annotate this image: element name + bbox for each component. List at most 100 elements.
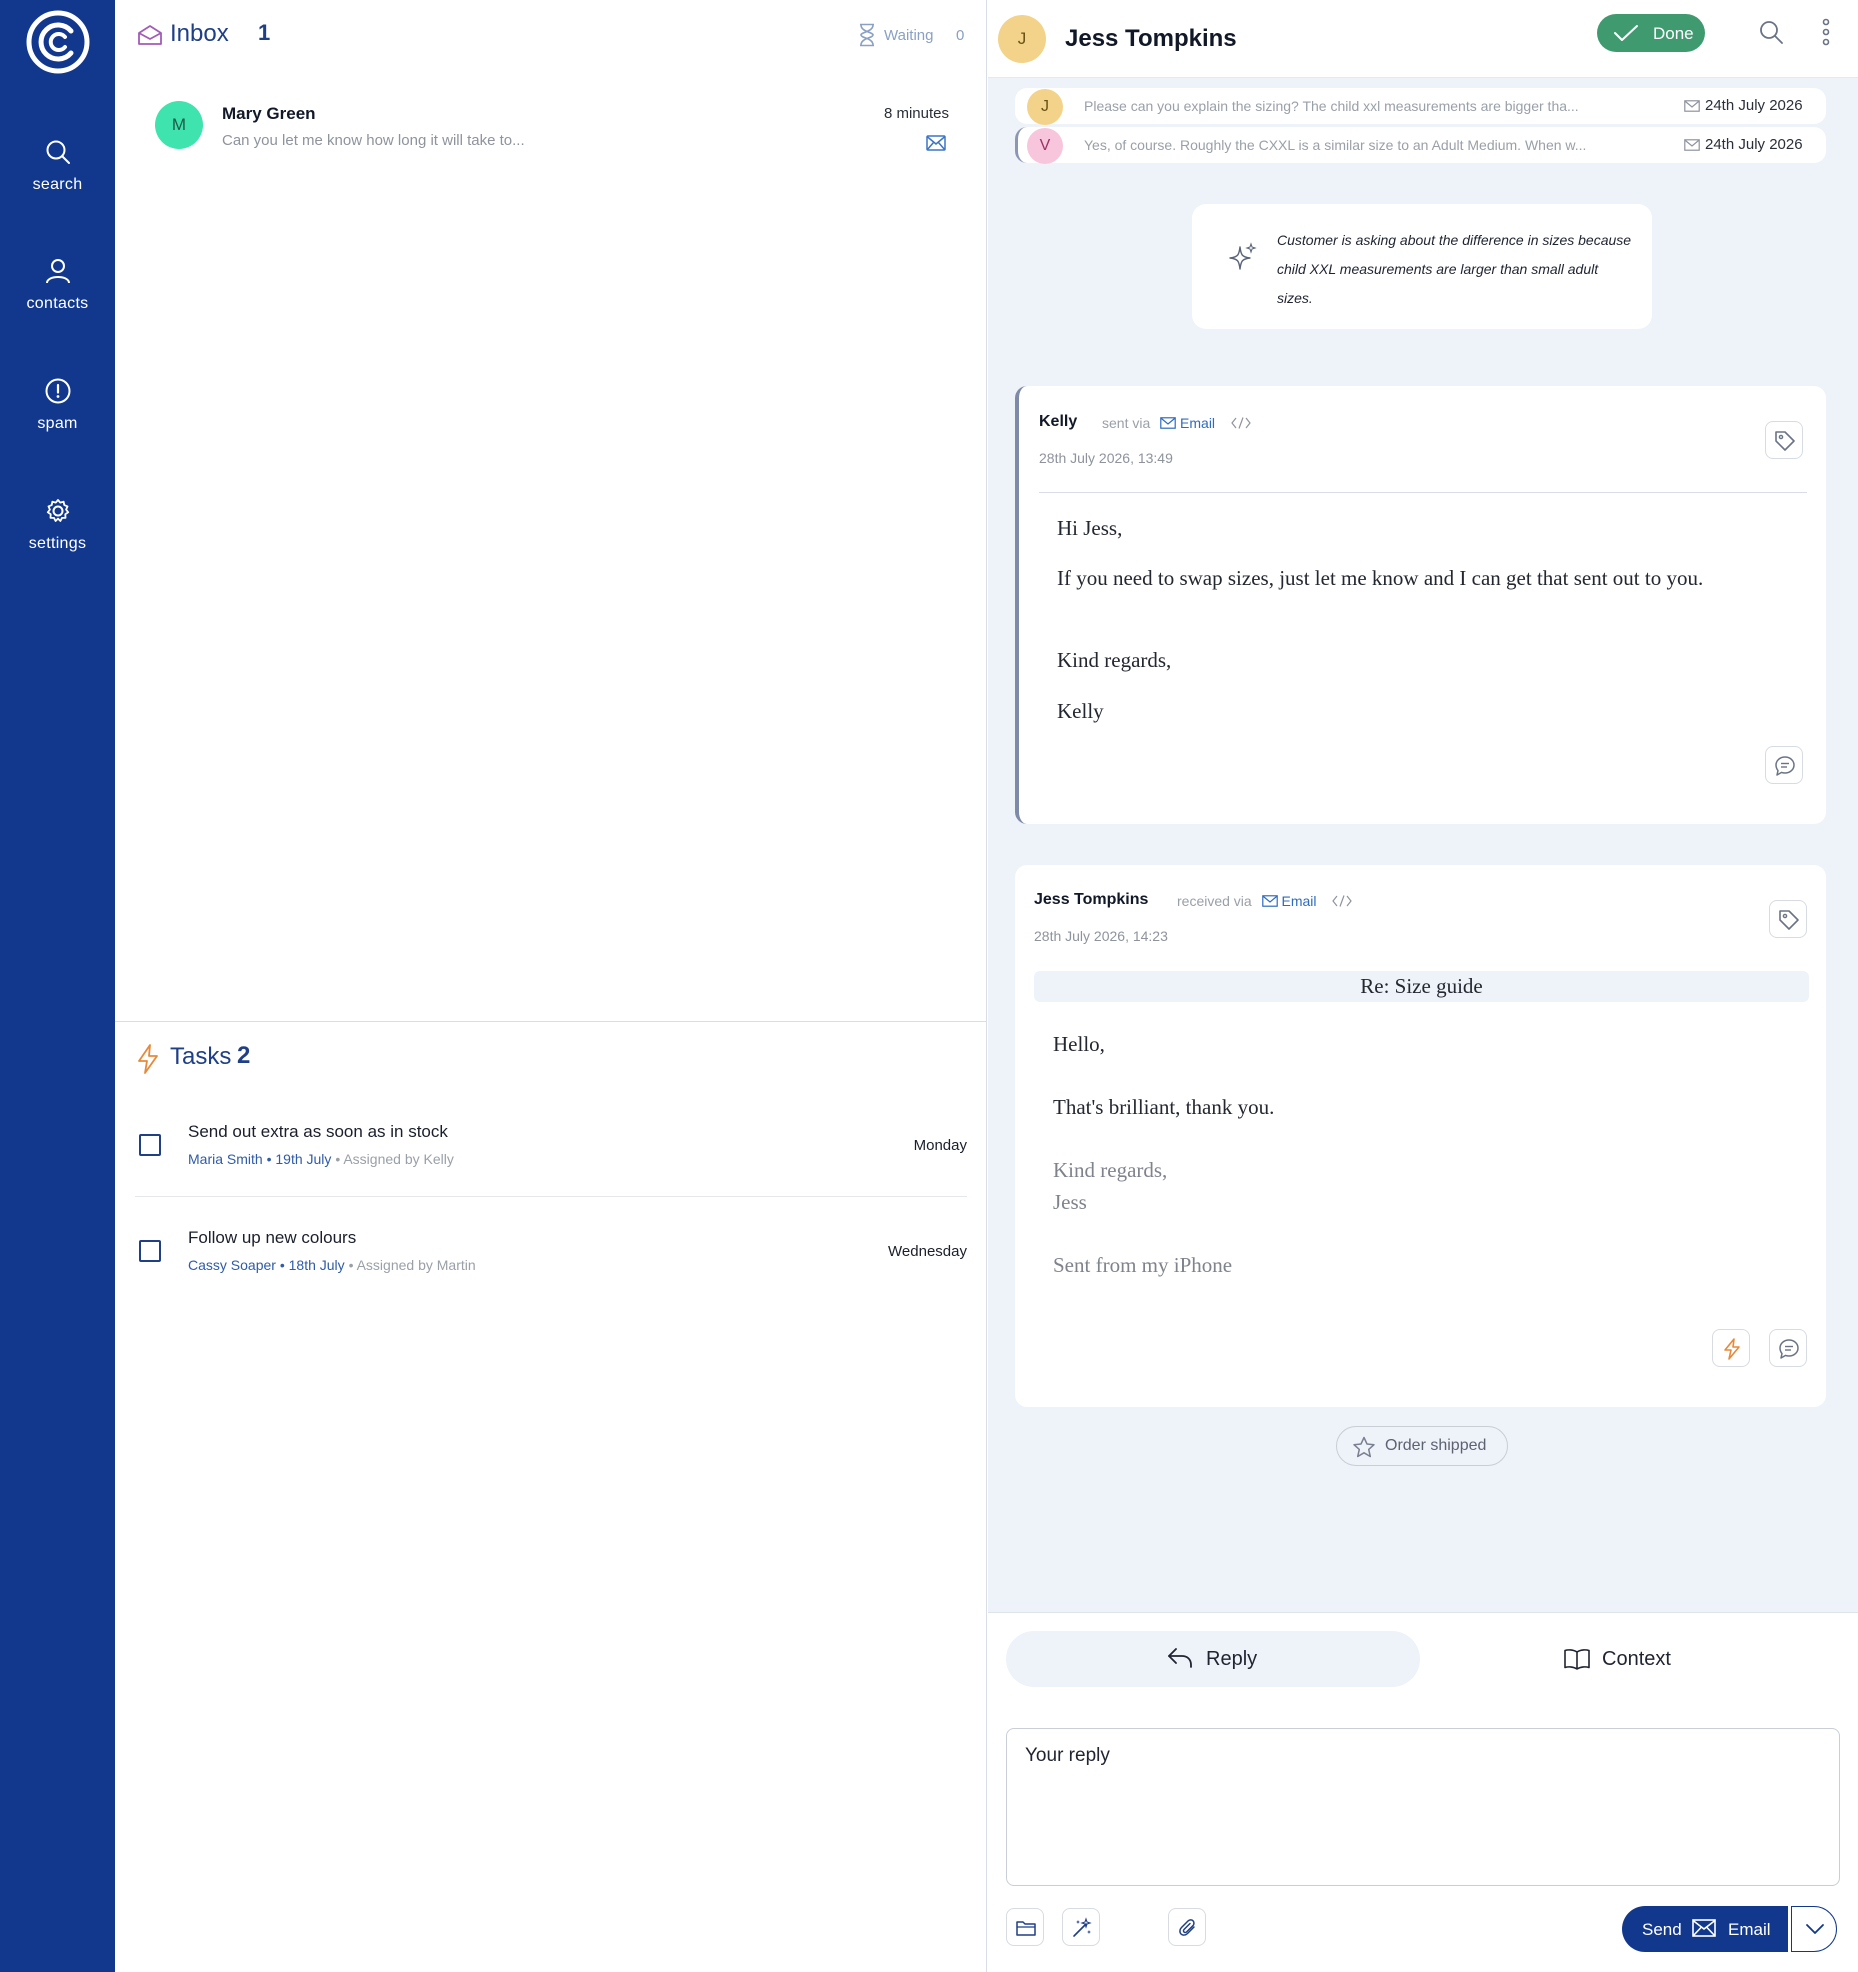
check-icon [1614, 25, 1638, 41]
folder-icon [1016, 1921, 1036, 1936]
hourglass-icon[interactable] [858, 23, 876, 47]
task-contact[interactable]: Maria Smith [188, 1151, 263, 1167]
thread-snippet: Please can you explain the sizing? The c… [1084, 98, 1579, 114]
message-subject: Re: Size guide [1034, 971, 1809, 1002]
message-via-label: received via [1177, 893, 1252, 909]
magic-wand-button[interactable] [1062, 1908, 1100, 1946]
tab-reply[interactable]: Reply [1006, 1631, 1420, 1687]
tag-button[interactable] [1765, 421, 1803, 459]
conversation-list-item[interactable]: M Mary Green Can you let me know how lon… [115, 86, 987, 166]
tab-reply-label: Reply [1206, 1648, 1258, 1670]
lightning-icon [1724, 1338, 1740, 1360]
inbox-title[interactable]: Inbox [170, 20, 229, 48]
message-line: That's brilliant, thank you. [1053, 1095, 1275, 1119]
tab-context-label: Context [1602, 1648, 1671, 1670]
avatar: J [1027, 89, 1063, 125]
book-icon [1564, 1649, 1590, 1670]
conversation-time: 8 minutes [883, 105, 949, 122]
mail-icon [1261, 895, 1278, 907]
message-card: Kelly sent via Email 28th July 2026, 13:… [1015, 386, 1826, 824]
search-icon[interactable] [1758, 19, 1784, 45]
task-assigned: Assigned by Kelly [343, 1151, 454, 1167]
task-date: 18th July [288, 1257, 345, 1273]
avatar[interactable]: J [998, 15, 1046, 63]
message-via-label: sent via [1102, 415, 1151, 431]
thread-item[interactable]: J Please can you explain the sizing? The… [1015, 88, 1826, 125]
lightning-icon [138, 1044, 158, 1074]
task-due: Wednesday [888, 1243, 967, 1260]
task-item[interactable]: Follow up new colours Cassy Soaper • 18t… [115, 1210, 987, 1290]
nav-contacts[interactable]: contacts [0, 257, 115, 313]
mail-icon [926, 135, 946, 151]
mail-icon [1684, 100, 1700, 112]
message-line: Kind regards, [1053, 1158, 1168, 1182]
tag-icon [1775, 431, 1795, 451]
conversation-pane: J Jess Tompkins Done J Please can you ex… [988, 0, 1858, 1972]
mail-icon [1684, 139, 1700, 151]
mail-icon [1692, 1919, 1716, 1937]
dot-separator: • [348, 1257, 357, 1273]
task-checkbox[interactable] [139, 1134, 161, 1156]
tasks-count: 2 [237, 1042, 251, 1069]
send-channel: Email [1728, 1920, 1771, 1939]
tasks-header: Tasks 2 [115, 1040, 987, 1080]
chevron-down-icon [1806, 1924, 1824, 1934]
reply-input[interactable] [1006, 1728, 1840, 1886]
message-channel-link[interactable]: Email [1180, 415, 1215, 431]
task-contact[interactable]: Cassy Soaper [188, 1257, 276, 1273]
inbox-header: Inbox 1 Waiting 0 [115, 0, 987, 70]
task-date: 19th July [275, 1151, 332, 1167]
task-meta: Cassy Soaper • 18th July • Assigned by M… [188, 1257, 476, 1273]
order-shipped-tag[interactable]: Order shipped [1336, 1426, 1508, 1466]
task-checkbox[interactable] [139, 1240, 161, 1262]
conversation-name: Mary Green [222, 104, 316, 123]
star-icon [1353, 1436, 1375, 1458]
code-icon[interactable] [1231, 417, 1251, 429]
tag-label: Order shipped [1385, 1437, 1487, 1454]
message-channel-link[interactable]: Email [1281, 893, 1316, 909]
tab-context[interactable]: Context [1440, 1631, 1844, 1687]
paperclip-icon [1179, 1919, 1195, 1936]
inbox-count: 1 [258, 20, 271, 45]
conversation-preview: Can you let me know how long it will tak… [222, 132, 525, 149]
thread-date: 24th July 2026 [1705, 97, 1803, 114]
sparkle-icon [1229, 242, 1257, 270]
message-date: 28th July 2026, 14:23 [1034, 928, 1168, 944]
task-assigned: Assigned by Martin [356, 1257, 476, 1273]
nav-settings[interactable]: settings [0, 497, 115, 553]
reply-composer: Reply Context Send Email [988, 1612, 1858, 1972]
nav-contacts-label: contacts [26, 295, 89, 312]
dot-separator: • [279, 1257, 289, 1273]
tag-button[interactable] [1769, 900, 1807, 938]
nav-search[interactable]: search [0, 138, 115, 194]
nav-spam[interactable]: spam [0, 377, 115, 433]
message-line: Jess [1053, 1190, 1087, 1214]
folder-button[interactable] [1006, 1908, 1044, 1946]
message-sender: Kelly [1039, 413, 1078, 430]
reply-arrow-icon [1168, 1648, 1192, 1668]
app-logo[interactable] [25, 9, 91, 75]
alert-circle-icon [45, 378, 70, 404]
code-icon[interactable] [1332, 895, 1353, 907]
tasks-title[interactable]: Tasks [170, 1043, 231, 1071]
send-options-button[interactable] [1791, 1906, 1837, 1952]
avatar: V [1027, 128, 1063, 164]
done-button[interactable]: Done [1597, 14, 1705, 52]
nav-spam-label: spam [37, 415, 78, 432]
nav-settings-label: settings [28, 535, 87, 552]
comment-button[interactable] [1765, 746, 1803, 784]
message-line: Kelly [1057, 699, 1104, 723]
message-divider [1039, 492, 1807, 493]
more-vertical-icon[interactable] [1821, 18, 1831, 46]
waiting-label[interactable]: Waiting [884, 27, 933, 44]
comment-button[interactable] [1769, 1329, 1807, 1367]
task-item[interactable]: Send out extra as soon as in stock Maria… [115, 1104, 987, 1184]
thread-item[interactable]: V Yes, of course. Roughly the CXXL is a … [1015, 127, 1826, 164]
attach-button[interactable] [1168, 1908, 1206, 1946]
contact-name[interactable]: Jess Tompkins [1065, 25, 1237, 53]
create-task-button[interactable] [1712, 1329, 1750, 1367]
send-button[interactable]: Send Email [1622, 1906, 1788, 1952]
inbox-pane: Inbox 1 Waiting 0 M Mary Green Can you l… [115, 0, 987, 1972]
ai-summary-card: Customer is asking about the difference … [1192, 204, 1652, 329]
task-title: Follow up new colours [188, 1228, 357, 1247]
